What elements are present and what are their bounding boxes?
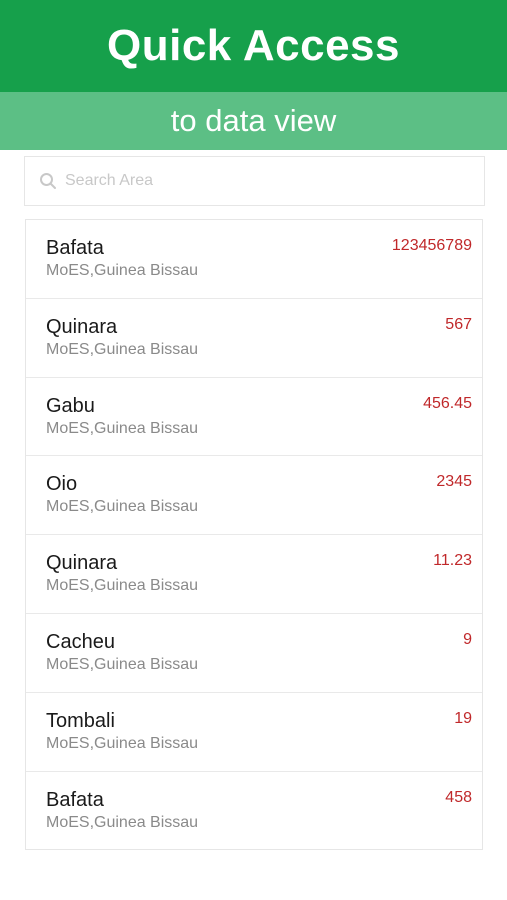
item-name: Cacheu [46, 630, 115, 653]
list-item[interactable]: Cacheu MoES,Guinea Bissau 9 [26, 614, 482, 693]
item-value: 123456789 [391, 237, 472, 254]
item-name: Bafata [46, 788, 104, 811]
item-name: Tombali [46, 709, 115, 732]
item-name: Quinara [46, 315, 118, 338]
item-subtitle: MoES,Guinea Bissau [46, 655, 199, 673]
list-item[interactable]: Quinara MoES,Guinea Bissau 11.23 [26, 535, 482, 614]
page-subtitle: to data view [170, 103, 337, 138]
item-value: 567 [445, 315, 472, 333]
item-value: 458 [445, 788, 472, 806]
item-subtitle: MoES,Guinea Bissau [46, 813, 199, 831]
item-value: 2345 [436, 473, 472, 491]
search-bar[interactable] [24, 156, 485, 206]
item-subtitle: MoES,Guinea Bissau [46, 262, 199, 279]
page-title: Quick Access [107, 21, 400, 70]
item-value: 11.23 [433, 552, 472, 570]
item-name: Bafata [46, 237, 104, 259]
item-name: Oio [46, 473, 78, 496]
item-value: 9 [463, 630, 472, 648]
app-header: Quick Access [0, 0, 507, 92]
item-subtitle: MoES,Guinea Bissau [46, 577, 199, 595]
item-value: 19 [454, 709, 472, 727]
search-icon [39, 172, 57, 190]
list-item[interactable]: Oio MoES,Guinea Bissau 2345 [26, 456, 482, 536]
list-item[interactable]: Bafata MoES,Guinea Bissau 458 [26, 772, 482, 851]
item-name: Quinara [46, 552, 118, 575]
search-input[interactable] [65, 172, 465, 190]
list-item[interactable]: Gabu MoES,Guinea Bissau 456.45 [26, 378, 482, 457]
item-name: Gabu [46, 394, 95, 417]
item-subtitle: MoES,Guinea Bissau [46, 498, 199, 516]
item-subtitle: MoES,Guinea Bissau [46, 419, 199, 437]
area-list: Bafata MoES,Guinea Bissau 123456789 Quin… [25, 219, 483, 850]
item-subtitle: MoES,Guinea Bissau [46, 340, 199, 358]
list-item[interactable]: Quinara MoES,Guinea Bissau 567 [26, 299, 482, 378]
item-value: 456.45 [423, 394, 472, 412]
list-item[interactable]: Bafata MoES,Guinea Bissau 123456789 [26, 220, 482, 299]
item-subtitle: MoES,Guinea Bissau [46, 734, 199, 752]
subheader-bar: to data view [0, 92, 507, 150]
list-item[interactable]: Tombali MoES,Guinea Bissau 19 [26, 693, 482, 772]
